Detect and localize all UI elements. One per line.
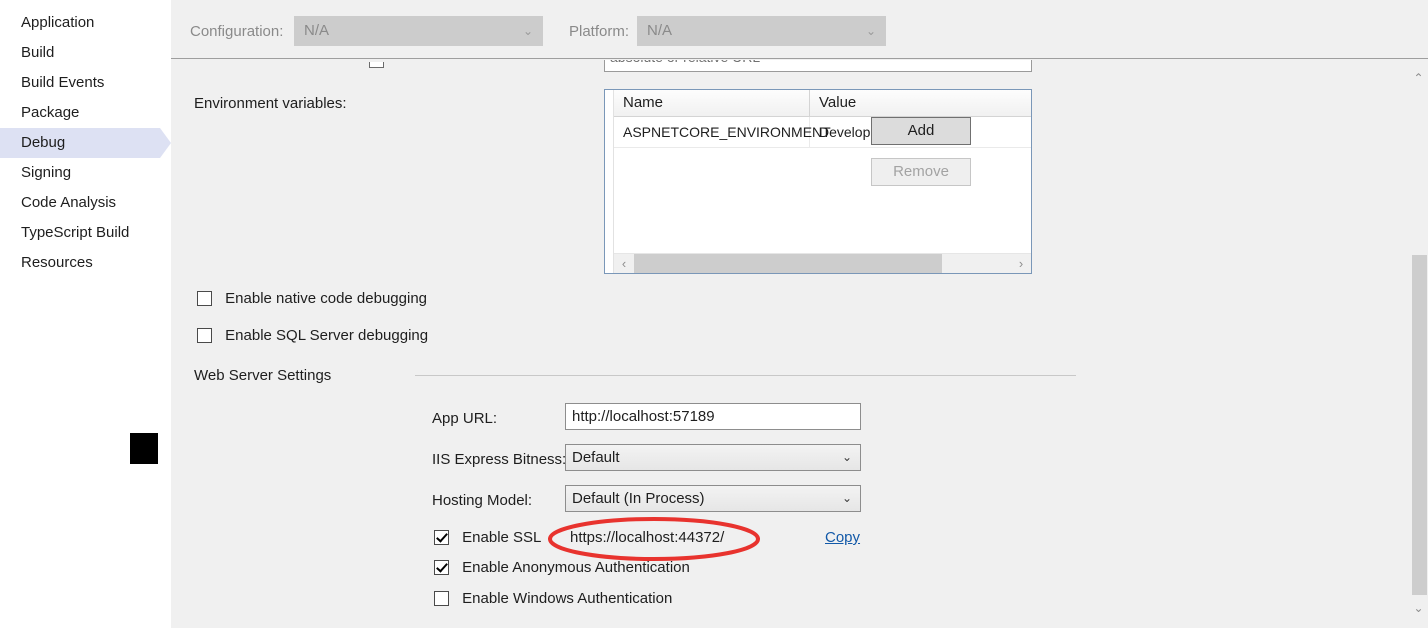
iis-express-bitness-value: Default — [572, 449, 620, 466]
enable-windows-authentication-checkbox[interactable]: Enable Windows Authentication — [434, 590, 672, 608]
remove-button[interactable]: Remove — [871, 158, 971, 186]
hosting-model-dropdown[interactable]: Default (In Process) ⌄ — [565, 485, 861, 512]
sidebar-item-package[interactable]: Package — [0, 98, 160, 128]
selection-arrow-icon — [160, 128, 171, 158]
chevron-down-icon: ⌄ — [841, 450, 852, 464]
checkbox-icon — [434, 591, 449, 606]
scroll-right-icon[interactable]: › — [1011, 254, 1031, 273]
header-divider — [171, 58, 1428, 59]
enable-native-code-debugging-checkbox[interactable]: Enable native code debugging — [197, 290, 427, 308]
copy-link[interactable]: Copy — [825, 529, 860, 546]
platform-value: N/A — [647, 22, 673, 39]
configuration-dropdown[interactable]: N/A ⌄ — [294, 16, 543, 46]
iis-express-bitness-dropdown[interactable]: Default ⌄ — [565, 444, 861, 471]
checkbox-label: Enable SSL — [462, 529, 542, 546]
sidebar-item-label: Debug — [21, 134, 66, 151]
hosting-model-value: Default (In Process) — [572, 490, 705, 507]
grid-header-row: Name Value — [614, 90, 1031, 117]
enable-anonymous-authentication-checkbox[interactable]: Enable Anonymous Authentication — [434, 559, 690, 577]
sidebar-item-signing[interactable]: Signing — [0, 158, 160, 188]
scrollbar-thumb[interactable] — [1412, 255, 1427, 595]
enable-sql-server-debugging-checkbox[interactable]: Enable SQL Server debugging — [197, 327, 428, 345]
vertical-scrollbar[interactable]: ⌃ ⌄ — [1409, 59, 1428, 628]
sidebar-item-label: Application — [21, 14, 95, 31]
checkbox-label: Enable Anonymous Authentication — [462, 559, 690, 576]
chevron-down-icon: ⌄ — [522, 24, 533, 38]
sidebar-item-label: Signing — [21, 164, 72, 181]
checkbox-icon — [434, 560, 449, 575]
scroll-up-icon[interactable]: ⌃ — [1409, 69, 1428, 88]
sidebar-item-label: Code Analysis — [21, 194, 117, 211]
app-url-value: http://localhost:57189 — [572, 408, 715, 425]
checkbox-icon — [197, 291, 212, 306]
add-button[interactable]: Add — [871, 117, 971, 145]
debug-settings-pane: Configuration: N/A ⌄ Platform: N/A ⌄ abs… — [171, 0, 1428, 628]
checkbox-icon — [197, 328, 212, 343]
platform-dropdown[interactable]: N/A ⌄ — [637, 16, 886, 46]
web-server-settings-title: Web Server Settings — [194, 367, 332, 384]
sidebar-item-label: Build — [21, 44, 55, 61]
app-url-label: App URL: — [432, 410, 498, 427]
checkbox-label: Enable SQL Server debugging — [225, 327, 429, 344]
clipped-url-input[interactable]: absolute or relative URL — [604, 60, 1032, 72]
sidebar-item-label: Build Events — [21, 74, 105, 91]
sidebar-item-build[interactable]: Build — [0, 38, 160, 68]
iis-express-bitness-label: IIS Express Bitness: — [432, 451, 567, 468]
clipped-url-text: absolute or relative URL — [610, 60, 760, 65]
hosting-model-label: Hosting Model: — [432, 492, 533, 509]
scroll-down-icon[interactable]: ⌄ — [1409, 599, 1428, 618]
sidebar-item-build-events[interactable]: Build Events — [0, 68, 160, 98]
row-selector-gutter — [605, 90, 614, 273]
properties-window: Application Build Build Events Package D… — [0, 0, 1428, 628]
sidebar-item-typescript-build[interactable]: TypeScript Build — [0, 218, 160, 248]
column-header-value[interactable]: Value — [810, 90, 1031, 116]
checkbox-icon — [434, 530, 449, 545]
chevron-down-icon: ⌄ — [865, 24, 876, 38]
sidebar-item-debug[interactable]: Debug — [0, 128, 171, 158]
grid-horizontal-scrollbar[interactable]: ‹ › — [614, 253, 1031, 273]
platform-label: Platform: — [569, 23, 630, 40]
section-divider — [415, 375, 1076, 376]
checkbox-label: Enable Windows Authentication — [462, 590, 673, 607]
clipped-checkbox[interactable] — [369, 62, 384, 68]
configuration-value: N/A — [304, 22, 330, 39]
sidebar-item-code-analysis[interactable]: Code Analysis — [0, 188, 160, 218]
sidebar-item-label: TypeScript Build — [21, 224, 130, 241]
column-header-name[interactable]: Name — [614, 90, 810, 116]
enable-ssl-checkbox[interactable]: Enable SSL — [434, 529, 541, 547]
sidebar-item-application[interactable]: Application — [0, 8, 160, 38]
checkbox-label: Enable native code debugging — [225, 290, 428, 307]
sidebar-item-resources[interactable]: Resources — [0, 248, 160, 278]
category-sidebar: Application Build Build Events Package D… — [0, 0, 171, 628]
ssl-url-text: https://localhost:44372/ — [570, 529, 725, 546]
app-url-input[interactable]: http://localhost:57189 — [565, 403, 861, 430]
scroll-left-icon[interactable]: ‹ — [614, 254, 634, 273]
chevron-down-icon: ⌄ — [841, 491, 852, 505]
cell-variable-name[interactable]: ASPNETCORE_ENVIRONMENT — [614, 117, 831, 147]
text-cursor-block — [130, 433, 158, 464]
environment-variables-label: Environment variables: — [194, 95, 347, 112]
sidebar-item-label: Package — [21, 104, 80, 121]
scrollbar-thumb[interactable] — [634, 254, 942, 273]
configuration-label: Configuration: — [190, 23, 284, 40]
sidebar-item-label: Resources — [21, 254, 93, 271]
